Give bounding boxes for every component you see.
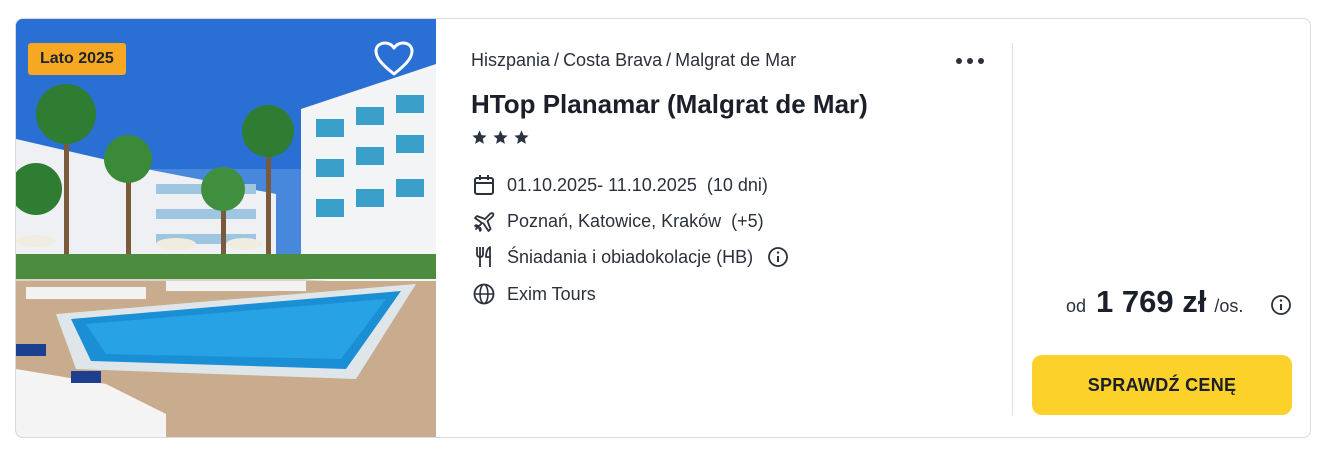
cutlery-icon xyxy=(471,244,497,270)
operator-text: Exim Tours xyxy=(507,283,596,304)
heart-icon[interactable] xyxy=(374,41,414,77)
price-amount: 1 769 zł xyxy=(1096,284,1207,319)
check-price-button[interactable]: SPRAWDŹ CENĘ xyxy=(1032,355,1292,415)
hotel-photo-illustration xyxy=(16,19,436,437)
breadcrumb-region[interactable]: Costa Brava xyxy=(563,50,662,70)
price-prefix: od xyxy=(1066,296,1087,316)
breadcrumb-separator: / xyxy=(666,50,672,70)
star-icon xyxy=(493,130,508,144)
board-row: Śniadania i obiadokolacje (HB) xyxy=(471,244,789,270)
globe-icon xyxy=(471,281,497,307)
operator-row: Exim Tours xyxy=(471,281,596,307)
divider xyxy=(1012,43,1013,415)
star-rating xyxy=(471,129,530,146)
hotel-photo[interactable]: Lato 2025 xyxy=(16,19,436,437)
more-dots-icon[interactable] xyxy=(954,49,986,73)
info-icon[interactable] xyxy=(1270,294,1292,316)
departure-text: Poznań, Katowice, Kraków xyxy=(507,210,722,231)
plane-icon xyxy=(471,208,497,234)
departure-extra[interactable]: (+5) xyxy=(731,211,764,232)
board-text: Śniadania i obiadokolacje (HB) xyxy=(507,246,754,267)
breadcrumb: Hiszpania / Costa Brava / Malgrat de Mar xyxy=(471,50,796,71)
info-icon[interactable] xyxy=(767,246,789,268)
breadcrumb-separator: / xyxy=(554,50,560,70)
season-badge: Lato 2025 xyxy=(28,43,126,75)
calendar-icon xyxy=(471,172,497,198)
price-block: od 1 769 zł /os. xyxy=(1066,284,1296,320)
star-icon xyxy=(472,130,487,144)
departure-row: Poznań, Katowice, Kraków (+5) xyxy=(471,208,764,234)
hotel-title[interactable]: HTop Planamar (Malgrat de Mar) xyxy=(471,89,911,120)
dates-row: 01.10.2025- 11.10.2025 (10 dni) xyxy=(471,172,768,198)
offer-card[interactable]: Lato 2025 Hiszpania / Costa Brava / Malgrat … xyxy=(15,18,1311,438)
offer-details: Hiszpania / Costa Brava / Malgrat de Mar HTo… xyxy=(471,19,1011,437)
dates-text: 01.10.2025- 11.10.2025 xyxy=(507,174,697,195)
duration-text: (10 dni) xyxy=(706,174,768,195)
breadcrumb-country[interactable]: Hiszpania xyxy=(471,50,550,70)
breadcrumb-city[interactable]: Malgrat de Mar xyxy=(675,50,796,70)
star-icon xyxy=(514,130,529,144)
price-suffix: /os. xyxy=(1214,296,1244,316)
